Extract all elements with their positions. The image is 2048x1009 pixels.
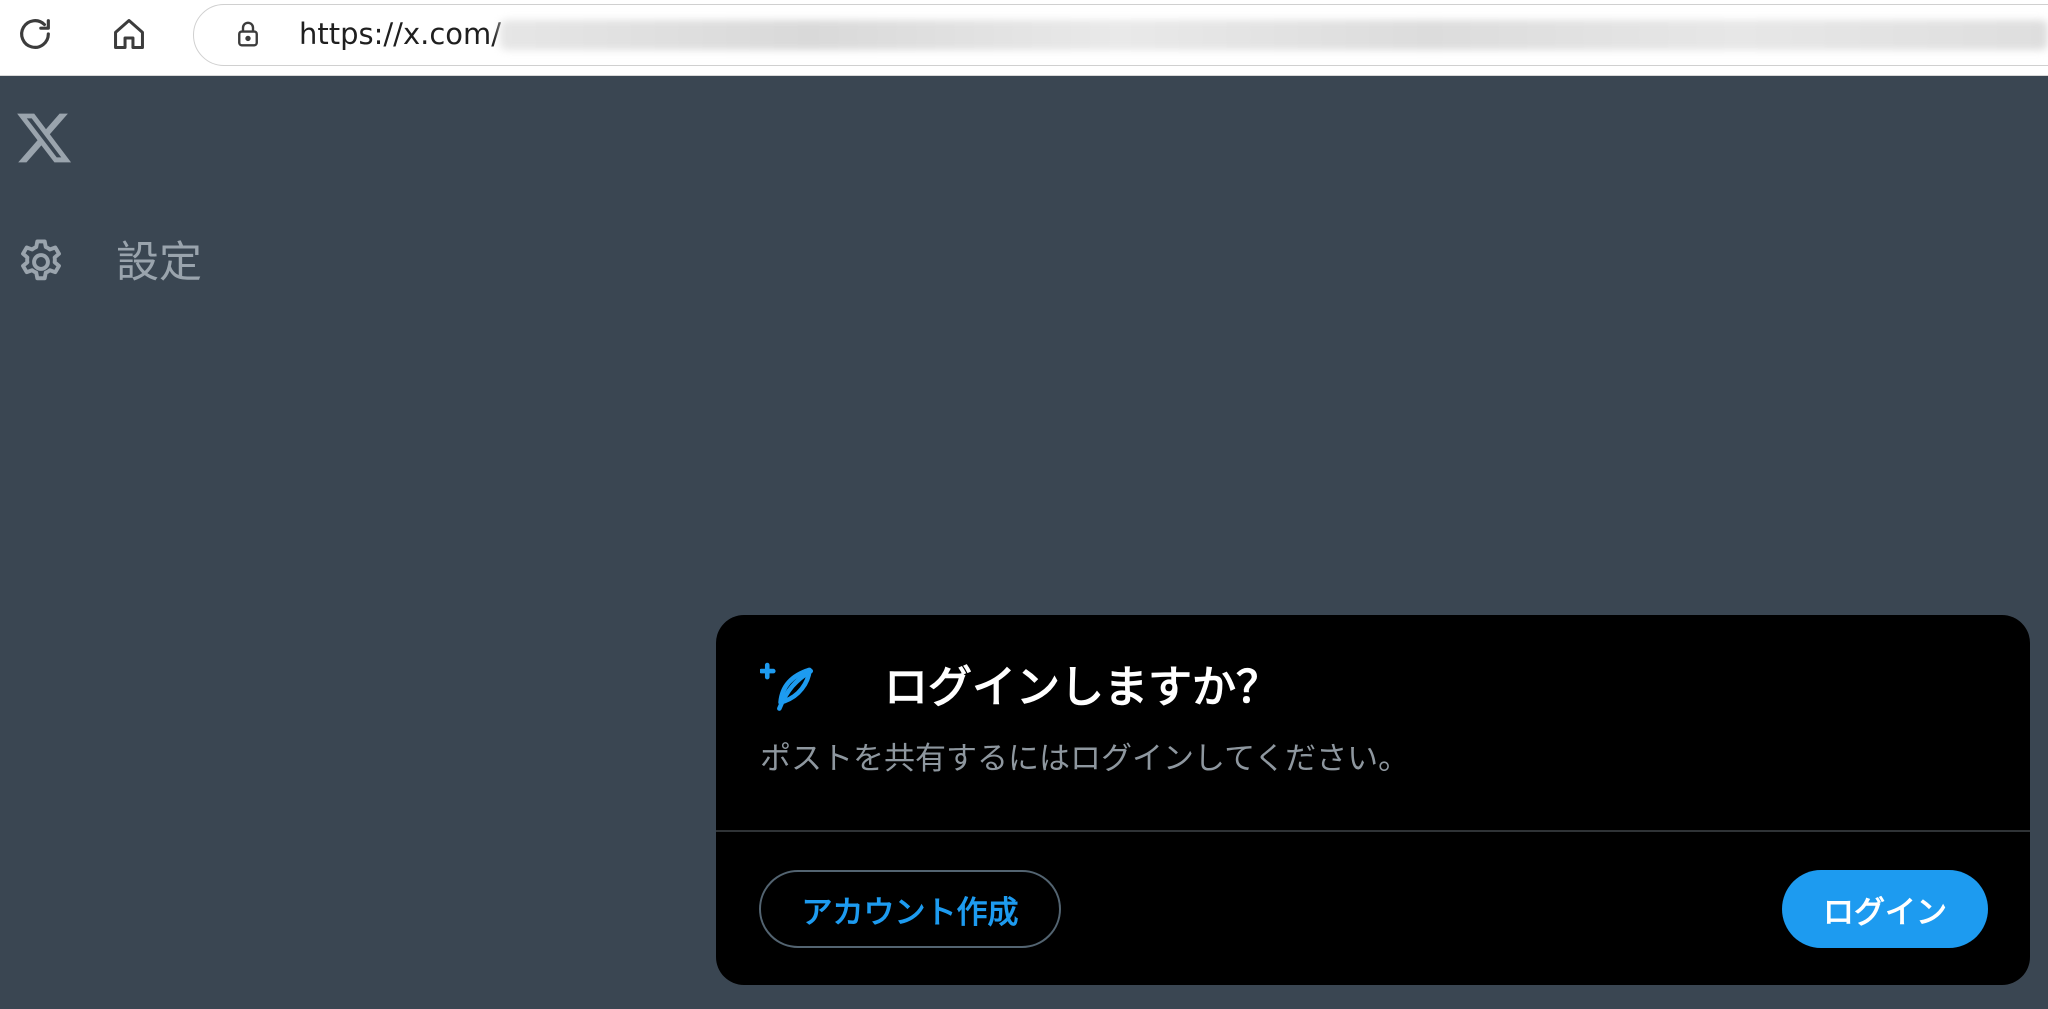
login-button[interactable]: ログイン bbox=[1782, 870, 1988, 948]
lock-icon bbox=[238, 21, 258, 47]
site-info-button[interactable] bbox=[228, 14, 268, 54]
create-account-button[interactable]: アカウント作成 bbox=[759, 870, 1061, 948]
x-logo-icon[interactable] bbox=[14, 108, 74, 168]
dialog-subtitle: ポストを共有するにはログインしてください。 bbox=[760, 741, 1410, 777]
settings-label: 設定 bbox=[116, 238, 202, 288]
quill-plus-icon bbox=[760, 662, 814, 711]
reload-button[interactable] bbox=[6, 5, 64, 63]
url-text[interactable]: https://x.com/ bbox=[299, 14, 501, 54]
login-prompt-dialog: ログインしますか？ ポストを共有するにはログインしてください。 アカウント作成 … bbox=[716, 615, 2030, 985]
dialog-divider bbox=[716, 830, 2030, 832]
browser-toolbar: https://x.com/ bbox=[0, 0, 2048, 76]
gear-icon bbox=[14, 235, 68, 289]
blurred-url-path bbox=[500, 20, 2048, 50]
dialog-title: ログインしますか？ bbox=[884, 662, 1280, 713]
settings-nav-item[interactable]: 設定 bbox=[14, 232, 214, 292]
dialog-header: ログインしますか？ bbox=[760, 659, 1280, 717]
reload-icon bbox=[20, 19, 50, 49]
home-icon bbox=[114, 19, 144, 49]
home-button[interactable] bbox=[100, 5, 158, 63]
